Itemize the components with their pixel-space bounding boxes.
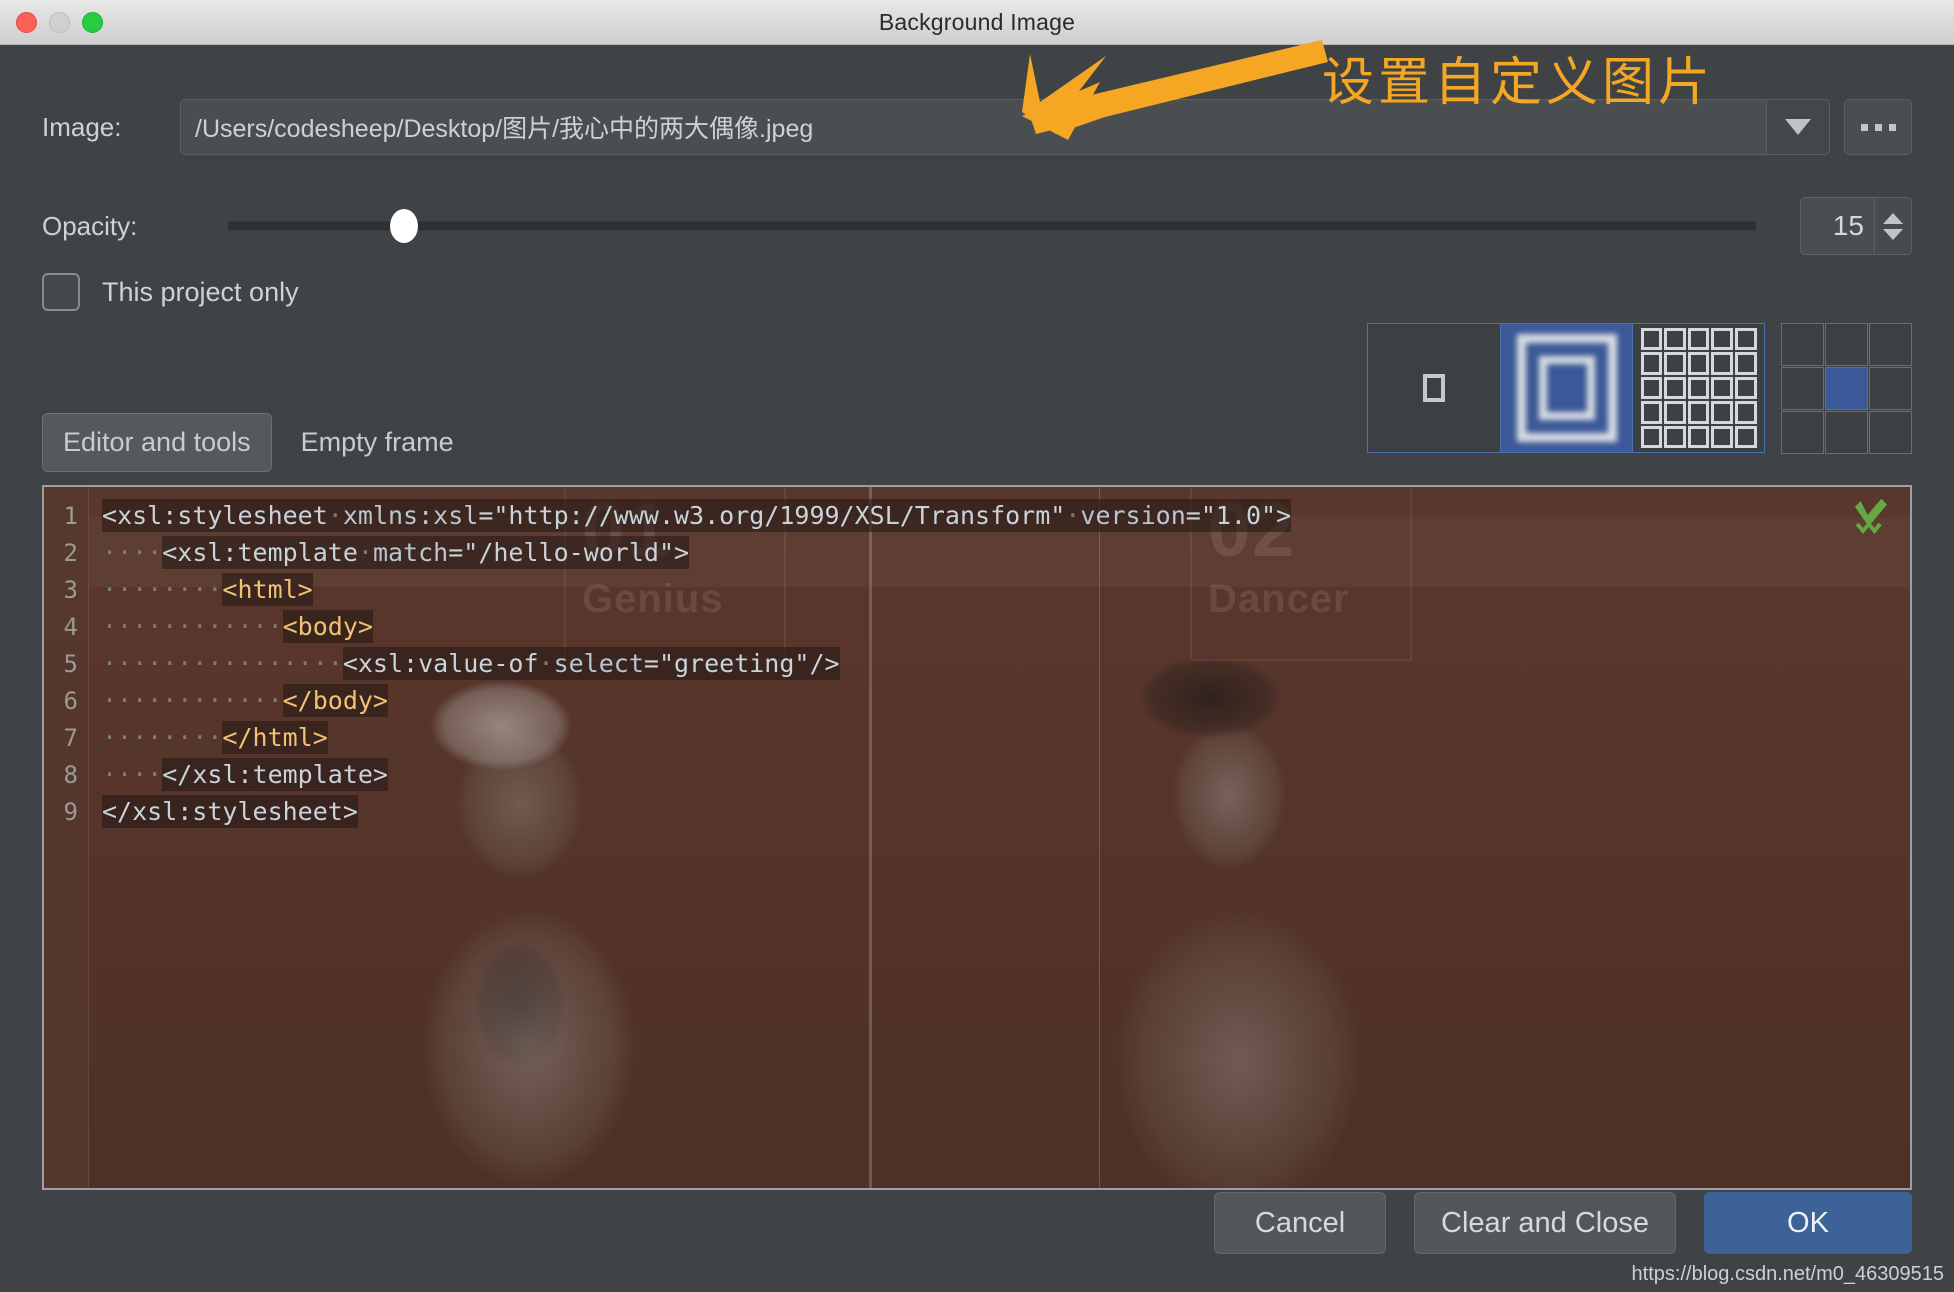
opacity-spinner[interactable]: 15 xyxy=(1800,197,1912,255)
clear-and-close-button[interactable]: Clear and Close xyxy=(1414,1192,1676,1254)
fill-mode-tile[interactable] xyxy=(1632,324,1764,452)
dialog-body: Image: /Users/codesheep/Desktop/图片/我心中的两… xyxy=(0,45,1954,1292)
code-line-text[interactable]: ············<body> xyxy=(88,608,373,645)
title-bar: Background Image xyxy=(0,0,1954,45)
line-number: 3 xyxy=(63,576,78,604)
code-line-text[interactable]: ····<xsl:template·match="/hello-world"> xyxy=(88,534,690,571)
code-line[interactable]: 6 ············</body> xyxy=(44,682,1910,719)
scale-rect-icon xyxy=(1516,334,1617,442)
anchor-top-right[interactable] xyxy=(1869,323,1912,366)
anchor-top-center[interactable] xyxy=(1825,323,1868,366)
background-image-dialog: Background Image Image: /Users/codesheep… xyxy=(0,0,1954,1292)
dialog-footer: Cancel Clear and Close OK xyxy=(1214,1192,1912,1254)
anchor-middle-right[interactable] xyxy=(1869,367,1912,410)
line-number: 8 xyxy=(63,761,78,789)
anchor-middle-center[interactable] xyxy=(1825,367,1868,410)
code-line[interactable]: 7 ········</html> xyxy=(44,719,1910,756)
code-line-text[interactable]: ············</body> xyxy=(88,682,388,719)
anchor-bottom-left[interactable] xyxy=(1781,411,1824,454)
anchor-top-left[interactable] xyxy=(1781,323,1824,366)
small-rect-icon xyxy=(1423,374,1445,402)
slider-thumb[interactable] xyxy=(389,209,418,243)
slider-track[interactable] xyxy=(228,221,1756,231)
window-title: Background Image xyxy=(878,8,1076,35)
spinner-arrows[interactable] xyxy=(1874,198,1911,254)
code-text-area[interactable]: 1 <xsl:stylesheet·xmlns:xsl="http://www.w… xyxy=(44,487,1910,1188)
line-number: 4 xyxy=(63,613,78,641)
code-line-text[interactable]: ········</html> xyxy=(88,719,328,756)
image-label: Image: xyxy=(42,111,122,142)
code-line-text[interactable]: ····</xsl:template> xyxy=(88,756,388,793)
anchor-bottom-center[interactable] xyxy=(1825,411,1868,454)
code-line[interactable]: 8 ····</xsl:template> xyxy=(44,756,1910,793)
browse-button[interactable] xyxy=(1844,99,1912,155)
code-line[interactable]: 5 ················<xsl:value-of·select="g… xyxy=(44,645,1910,682)
ellipsis-icon-dot xyxy=(1888,123,1896,131)
watermark: https://blog.csdn.net/m0_46309515 xyxy=(1631,1263,1944,1285)
tab-empty-frame[interactable]: Empty frame xyxy=(280,413,475,472)
cancel-button[interactable]: Cancel xyxy=(1214,1192,1387,1254)
opacity-value[interactable]: 15 xyxy=(1801,198,1874,254)
this-project-only-checkbox[interactable] xyxy=(42,273,80,311)
code-line[interactable]: 1 <xsl:stylesheet·xmlns:xsl="http://www.w… xyxy=(44,497,1910,534)
this-project-only-row[interactable]: This project only xyxy=(42,273,299,311)
ok-button[interactable]: OK xyxy=(1704,1192,1912,1254)
placement-controls xyxy=(1367,323,1912,454)
code-line-text[interactable]: ················<xsl:value-of·select="gr… xyxy=(88,645,840,682)
caret-down-icon[interactable] xyxy=(1883,228,1903,240)
fill-mode-scale-to-fit[interactable] xyxy=(1500,324,1632,452)
code-line[interactable]: 9 </xsl:stylesheet> xyxy=(44,793,1910,830)
chevron-down-icon xyxy=(1785,119,1811,135)
target-tabs: Editor and tools Empty frame xyxy=(42,413,475,472)
line-number: 2 xyxy=(63,539,78,567)
tile-grid-icon xyxy=(1640,328,1757,448)
code-line-text[interactable]: ········<html> xyxy=(88,571,313,608)
fill-mode-selector xyxy=(1367,323,1765,453)
code-line-text[interactable]: </xsl:stylesheet> xyxy=(88,793,358,830)
code-line[interactable]: 3 ········<html> xyxy=(44,571,1910,608)
anchor-middle-left[interactable] xyxy=(1781,367,1824,410)
this-project-only-label: This project only xyxy=(102,276,299,307)
annotation-text: 设置自定义图片 xyxy=(1322,54,1715,112)
code-line-text[interactable]: <xsl:stylesheet·xmlns:xsl="http://www.w3… xyxy=(88,497,1292,534)
fill-mode-plain-center[interactable] xyxy=(1368,324,1500,452)
line-number: 6 xyxy=(63,687,78,715)
opacity-slider[interactable] xyxy=(228,197,1756,255)
caret-up-icon[interactable] xyxy=(1883,212,1903,224)
tab-editor-and-tools[interactable]: Editor and tools xyxy=(42,413,272,472)
anchor-position-grid xyxy=(1781,323,1912,454)
line-number: 9 xyxy=(63,798,78,826)
code-line[interactable]: 2 ····<xsl:template·match="/hello-world"> xyxy=(44,534,1910,571)
opacity-label: Opacity: xyxy=(42,210,138,241)
line-number: 1 xyxy=(63,502,78,530)
line-number: 5 xyxy=(63,650,78,678)
editor-preview: 01 Genius 02 Dancer 1<xsl:stylesheet·xml… xyxy=(42,485,1912,1190)
line-number: 7 xyxy=(63,724,78,752)
anchor-bottom-right[interactable] xyxy=(1869,411,1912,454)
ellipsis-icon-dot xyxy=(1860,123,1868,131)
opacity-row: Opacity: 15 xyxy=(42,197,1912,255)
ellipsis-icon-dot xyxy=(1874,123,1882,131)
green-check-icon[interactable] xyxy=(1848,493,1894,539)
code-line[interactable]: 4 ············<body> xyxy=(44,608,1910,645)
image-dropdown-button[interactable] xyxy=(1766,100,1829,154)
